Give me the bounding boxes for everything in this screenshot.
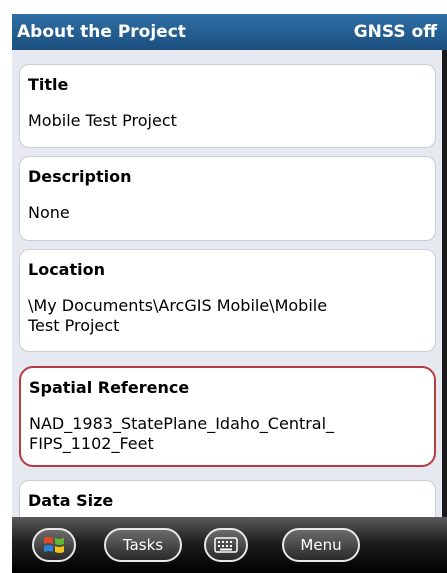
- location-card: Location \My Documents\ArcGIS Mobile\Mob…: [19, 249, 436, 352]
- keyboard-icon: [214, 537, 238, 553]
- description-card: Description None: [19, 156, 436, 241]
- title-bar: About the Project GNSS off: [12, 14, 447, 50]
- menu-button[interactable]: Menu: [282, 528, 360, 562]
- description-value: None: [28, 203, 70, 222]
- tasks-button[interactable]: Tasks: [104, 528, 182, 562]
- taskbar: Tasks Menu: [12, 517, 447, 573]
- menu-label: Menu: [300, 536, 342, 554]
- title-value: Mobile Test Project: [28, 111, 177, 130]
- spatial-reference-card: Spatial Reference NAD_1983_StatePlane_Id…: [19, 366, 436, 467]
- scrollbar[interactable]: [442, 50, 447, 517]
- description-label: Description: [28, 167, 132, 186]
- location-value: \My Documents\ArcGIS Mobile\Mobile Test …: [28, 296, 328, 335]
- keyboard-button[interactable]: [204, 528, 248, 562]
- tasks-label: Tasks: [122, 536, 164, 554]
- windows-logo-icon: [44, 537, 64, 553]
- gnss-status[interactable]: GNSS off: [354, 22, 437, 42]
- title-card: Title Mobile Test Project: [19, 64, 436, 148]
- spatial-reference-label: Spatial Reference: [29, 378, 190, 397]
- location-label: Location: [28, 260, 105, 279]
- title-label: Title: [28, 75, 69, 94]
- start-button[interactable]: [32, 528, 76, 562]
- page-title: About the Project: [17, 22, 186, 42]
- spatial-reference-value: NAD_1983_StatePlane_Idaho_Central_ FIPS_…: [29, 414, 335, 453]
- data-size-label: Data Size: [28, 491, 114, 510]
